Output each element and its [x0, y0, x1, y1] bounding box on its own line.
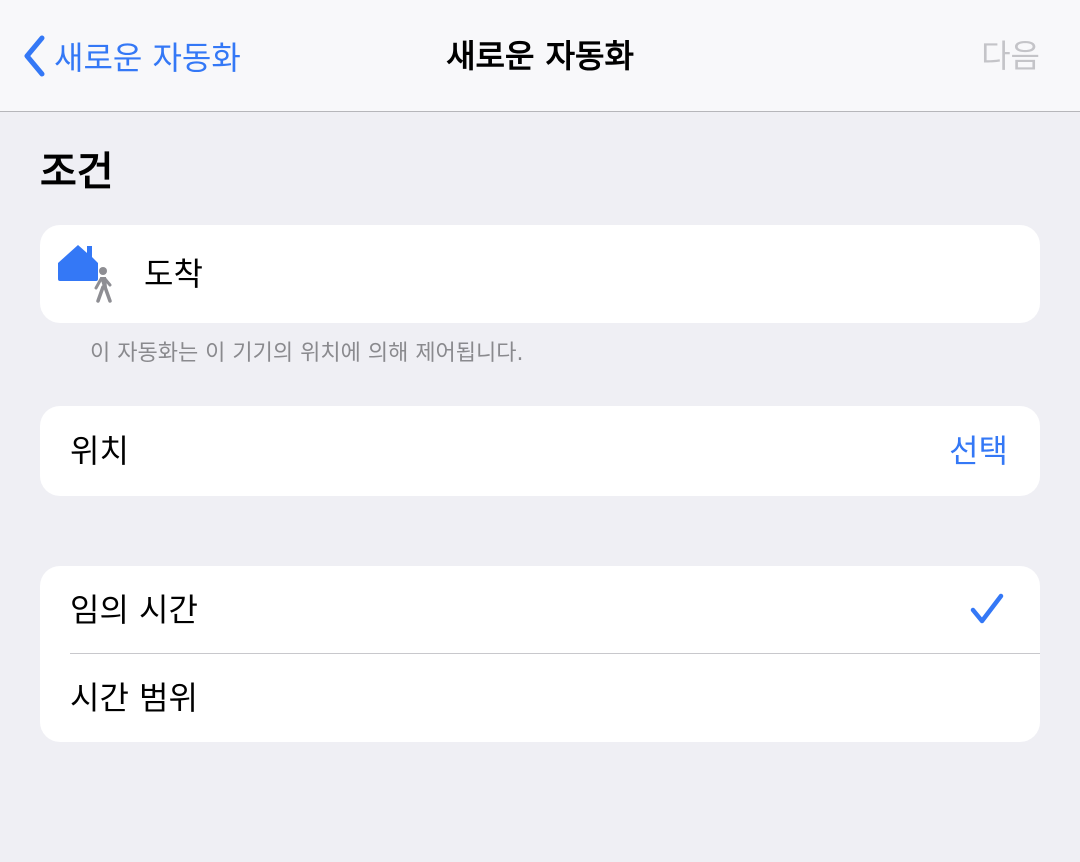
time-options-card: 임의 시간 시간 범위 [40, 566, 1040, 742]
location-row[interactable]: 위치 선택 [40, 406, 1040, 496]
time-option-any-time[interactable]: 임의 시간 [40, 566, 1040, 654]
checkmark-icon [970, 592, 1004, 626]
time-option-label: 시간 범위 [70, 679, 198, 717]
time-option-time-range[interactable]: 시간 범위 [40, 654, 1040, 742]
location-card: 위치 선택 [40, 406, 1040, 496]
time-option-label: 임의 시간 [70, 591, 198, 629]
back-button[interactable]: 새로운 자동화 [22, 30, 241, 82]
back-button-label: 새로운 자동화 [54, 39, 241, 77]
home-arrive-icon [56, 241, 118, 307]
location-label: 위치 [70, 432, 129, 470]
navigation-bar: 새로운 자동화 새로운 자동화 다음 [0, 0, 1080, 112]
trigger-label: 도착 [144, 255, 203, 293]
page-title: 새로운 자동화 [446, 37, 634, 75]
location-select-button[interactable]: 선택 [949, 406, 1008, 496]
trigger-card[interactable]: 도착 [40, 225, 1040, 323]
section-title: 조건 [40, 149, 114, 195]
chevron-left-icon [22, 35, 46, 77]
trigger-footnote: 이 자동화는 이 기기의 위치에 의해 제어됩니다. [90, 341, 524, 366]
next-button[interactable]: 다음 [981, 30, 1040, 82]
